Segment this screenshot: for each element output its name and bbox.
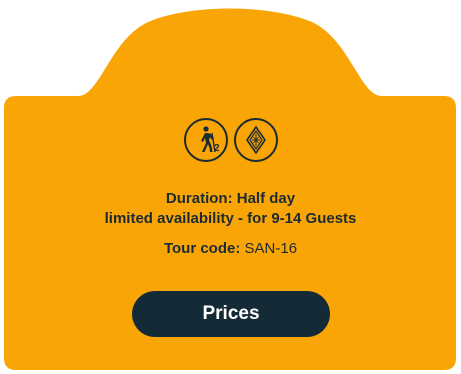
tour-code-value: SAN-16 — [244, 240, 298, 257]
duration-info: Duration: Half day limited availability … — [0, 189, 461, 229]
tour-icons: 2 — [0, 118, 461, 164]
duration-text: Duration: Half day — [165, 190, 296, 207]
hiking-level-badge: 2 — [213, 143, 220, 154]
cultural-tour-icon — [233, 118, 278, 162]
tour-card: 2 Duration: Half day limited availabilit… — [0, 0, 461, 374]
tour-code-label: Tour code: — [163, 240, 241, 257]
availability-text: limited availability - for 9-14 Guests — [104, 210, 357, 227]
prices-button[interactable]: Prices — [132, 291, 330, 337]
card-content: 2 Duration: Half day limited availabilit… — [0, 118, 461, 259]
tour-code: Tour code: SAN-16 — [0, 239, 461, 259]
hiking-level-icon: 2 — [183, 118, 228, 162]
